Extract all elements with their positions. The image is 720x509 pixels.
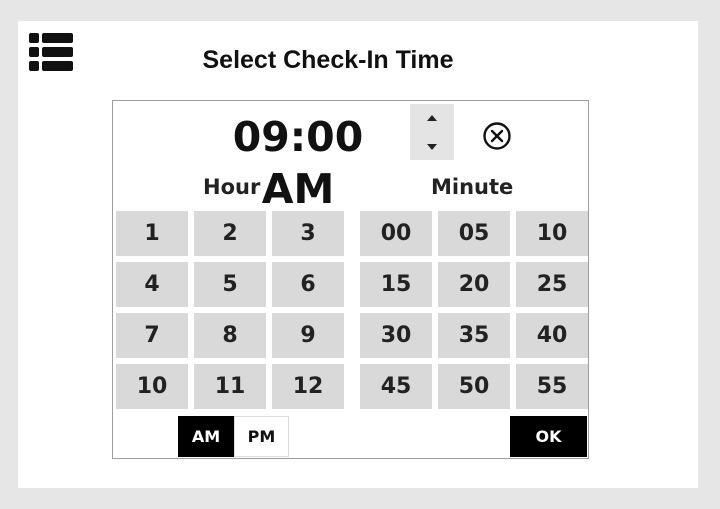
hour-grid: 1 2 3 4 5 6 7 8 9 10 11 12: [116, 211, 344, 409]
caret-down-icon: [427, 143, 437, 150]
am-button[interactable]: AM: [178, 416, 234, 457]
minute-grid: 00 05 10 15 20 25 30 35 40 45 50 55: [360, 211, 588, 409]
hour-option-4[interactable]: 4: [116, 262, 188, 307]
minute-option-50[interactable]: 50: [438, 364, 510, 409]
hour-option-8[interactable]: 8: [194, 313, 266, 358]
minute-option-45[interactable]: 45: [360, 364, 432, 409]
hour-option-11[interactable]: 11: [194, 364, 266, 409]
pm-button[interactable]: PM: [234, 416, 289, 457]
hour-label: Hour: [203, 175, 261, 199]
minute-option-30[interactable]: 30: [360, 313, 432, 358]
decrement-button[interactable]: [410, 133, 454, 160]
minute-option-25[interactable]: 25: [516, 262, 588, 307]
minute-option-10[interactable]: 10: [516, 211, 588, 256]
minute-option-00[interactable]: 00: [360, 211, 432, 256]
time-picker: 09:00 AM Hour Minute 1 2 3 4 5 6 7 8 9 1…: [112, 100, 589, 459]
hour-option-12[interactable]: 12: [272, 364, 344, 409]
page-title: Select Check-In Time: [202, 46, 454, 74]
caret-up-icon: [427, 114, 437, 121]
increment-button[interactable]: [410, 104, 454, 131]
hour-option-6[interactable]: 6: [272, 262, 344, 307]
time-display: 09:00 AM: [232, 113, 364, 213]
ok-button[interactable]: OK: [510, 416, 587, 457]
minute-option-20[interactable]: 20: [438, 262, 510, 307]
minute-label: Minute: [431, 175, 514, 199]
hour-option-9[interactable]: 9: [272, 313, 344, 358]
hour-option-1[interactable]: 1: [116, 211, 188, 256]
minute-option-35[interactable]: 35: [438, 313, 510, 358]
minute-option-15[interactable]: 15: [360, 262, 432, 307]
minute-option-40[interactable]: 40: [516, 313, 588, 358]
clear-time-icon[interactable]: [482, 121, 512, 151]
time-spinner: [410, 104, 454, 160]
minute-option-05[interactable]: 05: [438, 211, 510, 256]
hour-option-2[interactable]: 2: [194, 211, 266, 256]
hour-option-7[interactable]: 7: [116, 313, 188, 358]
minute-option-55[interactable]: 55: [516, 364, 588, 409]
hour-option-3[interactable]: 3: [272, 211, 344, 256]
hour-option-5[interactable]: 5: [194, 262, 266, 307]
hour-option-10[interactable]: 10: [116, 364, 188, 409]
